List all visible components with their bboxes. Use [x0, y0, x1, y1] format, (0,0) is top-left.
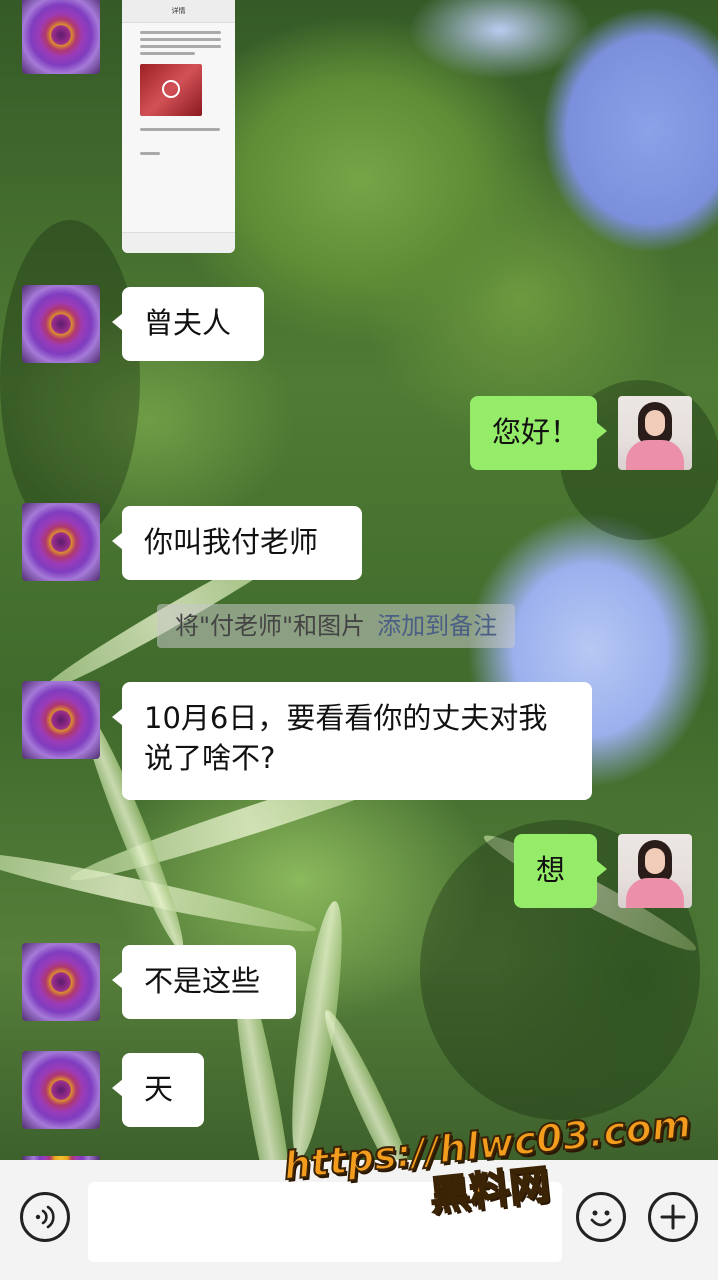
message-bubble-self[interactable]: 想 [514, 834, 607, 908]
contact-avatar[interactable] [22, 285, 100, 363]
system-tip: 将"付老师"和图片 添加到备注 [157, 604, 516, 648]
message-bubble[interactable]: 不是这些 [112, 945, 296, 1019]
message-bubble[interactable]: 天 [112, 1053, 204, 1127]
contact-avatar[interactable] [22, 943, 100, 1021]
contact-avatar[interactable] [22, 503, 100, 581]
more-button[interactable] [648, 1192, 698, 1242]
add-remark-link[interactable]: 添加到备注 [377, 612, 497, 640]
play-icon [162, 80, 180, 98]
contact-avatar[interactable] [22, 681, 100, 759]
contact-avatar[interactable] [22, 1051, 100, 1129]
message-text: 10月6日，要看看你的丈夫对我 [144, 701, 548, 735]
self-avatar[interactable] [618, 834, 692, 908]
voice-icon [35, 1205, 55, 1229]
screenshot-image-message[interactable]: 详情 [122, 0, 235, 253]
message-text: 你叫我付老师 [144, 525, 319, 559]
plus-icon [660, 1204, 686, 1230]
voice-button[interactable] [20, 1192, 70, 1242]
message-bubble[interactable]: 你叫我付老师 [112, 506, 362, 580]
screenshot-header-title: 详情 [122, 0, 235, 23]
message-text: 不是这些 [144, 964, 261, 998]
message-text: 想 [536, 853, 566, 887]
system-tip-text: 将"付老师"和图片 [175, 612, 366, 640]
message-text: 您好！ [492, 415, 580, 449]
message-text-line2: 说了啥不? [144, 741, 276, 775]
message-bubble[interactable]: 10月6日，要看看你的丈夫对我 说了啥不? [112, 682, 592, 800]
message-text: 曾夫人 [144, 306, 232, 340]
contact-avatar[interactable] [22, 0, 100, 74]
self-avatar[interactable] [618, 396, 692, 470]
message-bubble[interactable]: 曾夫人 [112, 287, 264, 361]
message-bubble-self[interactable]: 您好！ [470, 396, 607, 470]
message-text: 天 [144, 1072, 174, 1106]
